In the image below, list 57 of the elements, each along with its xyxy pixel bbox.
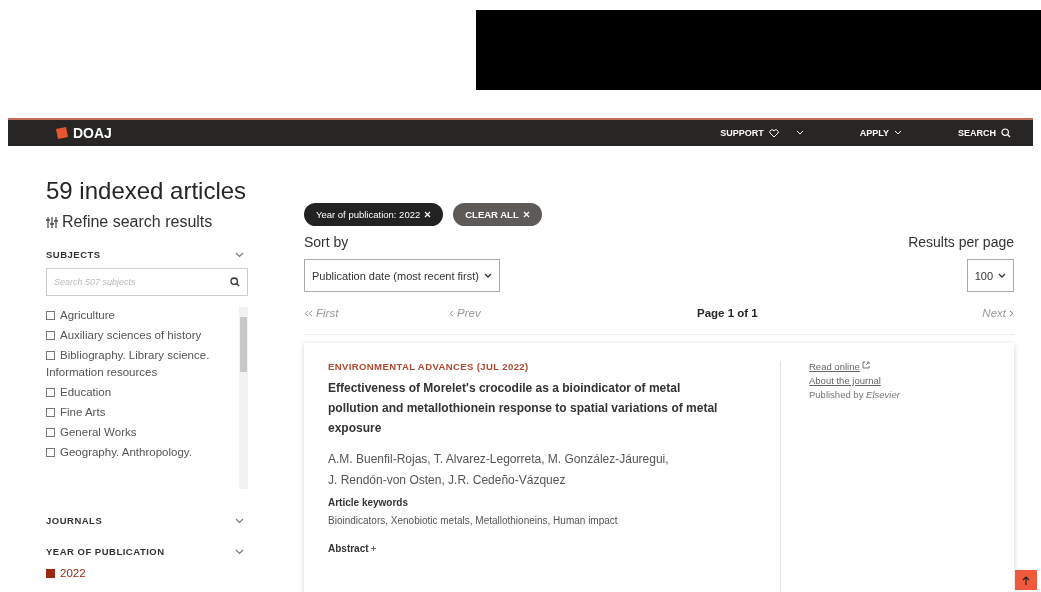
abstract-toggle[interactable]: Abstract <box>328 543 376 554</box>
filter-header[interactable]: YEAR OF PUBLICATION <box>46 546 248 557</box>
page-indicator: Page 1 of 1 <box>697 307 759 319</box>
filter-chip[interactable]: Year of publication: 2022 <box>304 203 444 226</box>
keywords-text: Bioindicators, Xenobiotic metals, Metallothioneins, Human impact <box>328 515 619 526</box>
filter-sliders-icon <box>46 216 58 228</box>
filter-option[interactable]: Auxiliary sciences of history <box>46 327 233 344</box>
chevron-down-icon <box>235 548 244 555</box>
search-icon <box>230 277 240 287</box>
chevron-down-icon <box>235 251 244 258</box>
article-link[interactable]: Read online <box>809 361 870 372</box>
plus-icon <box>370 546 376 551</box>
filter-option[interactable]: Bibliography. Library science. Information resources <box>46 347 233 381</box>
arrow-up-icon <box>1022 575 1030 585</box>
nav-link[interactable]: SUPPORT <box>720 128 804 138</box>
subject-search-field[interactable]: Search 507 subjects <box>46 268 248 296</box>
chevron-down-icon <box>795 130 804 136</box>
results-heading: 59 indexed articles <box>46 177 248 205</box>
filter-header[interactable]: JOURNALS <box>46 515 248 526</box>
filter-option[interactable]: 2022 <box>46 565 242 582</box>
refine-title: Refine search results <box>62 213 213 231</box>
logo-icon <box>54 127 70 139</box>
per-page-label: Results per page <box>908 234 1014 250</box>
filter-option[interactable]: Education <box>46 384 233 401</box>
sort-label: Sort by <box>304 234 349 250</box>
journal-source[interactable]: ENVIRONMENTAL ADVANCES (JUL 2022) <box>328 361 756 372</box>
scrollbar[interactable] <box>239 307 248 489</box>
chevron-down-icon <box>894 130 902 136</box>
chevron-down-icon <box>483 272 492 279</box>
chevron-down-icon <box>235 517 244 524</box>
sort-dropdown[interactable]: Publication date (most recent first) <box>304 259 500 292</box>
back-to-top-button[interactable] <box>1015 570 1037 590</box>
close-icon <box>522 211 530 218</box>
search-icon <box>1001 128 1011 138</box>
per-page-dropdown[interactable]: 100 <box>966 259 1014 292</box>
filter-option[interactable]: Fine Arts <box>46 404 233 421</box>
double-chevron-left-icon <box>304 309 313 317</box>
chevron-down-icon <box>998 272 1006 279</box>
filter-header[interactable]: SUBJECTS <box>46 249 248 260</box>
filter-option[interactable]: General Works <box>46 424 233 441</box>
article-authors: J. Rendón-von Osten, J.R. Cedeño-Vázquez <box>328 472 567 489</box>
filter-option[interactable]: Agriculture <box>46 307 233 324</box>
nav-link[interactable]: SEARCH <box>958 128 1011 138</box>
article-title[interactable]: Effectiveness of Morelet's crocodile as a bioindicator of metal pollution and metallothionein response to spatial variations of metal exposure <box>328 378 728 438</box>
logo-text[interactable]: DOAJ <box>73 125 112 141</box>
article-authors: A.M. Buenfil-Rojas, T. Alvarez-Legorreta, M. González-Jáuregui, <box>328 451 670 468</box>
article-link[interactable]: About the journal <box>809 375 881 386</box>
nav-link[interactable]: APPLY <box>859 128 902 138</box>
close-icon <box>424 211 432 218</box>
external-link-icon <box>861 361 870 369</box>
clear-all-button[interactable]: CLEAR ALL <box>453 203 542 226</box>
heart-icon <box>768 128 779 138</box>
publisher-text: Published by Elsevier <box>809 389 900 400</box>
chevron-right-icon <box>1009 309 1014 317</box>
filter-option[interactable]: Geography. Anthropology. <box>46 444 233 461</box>
chevron-left-icon <box>449 309 454 317</box>
keywords-label: Article keywords <box>328 497 410 508</box>
